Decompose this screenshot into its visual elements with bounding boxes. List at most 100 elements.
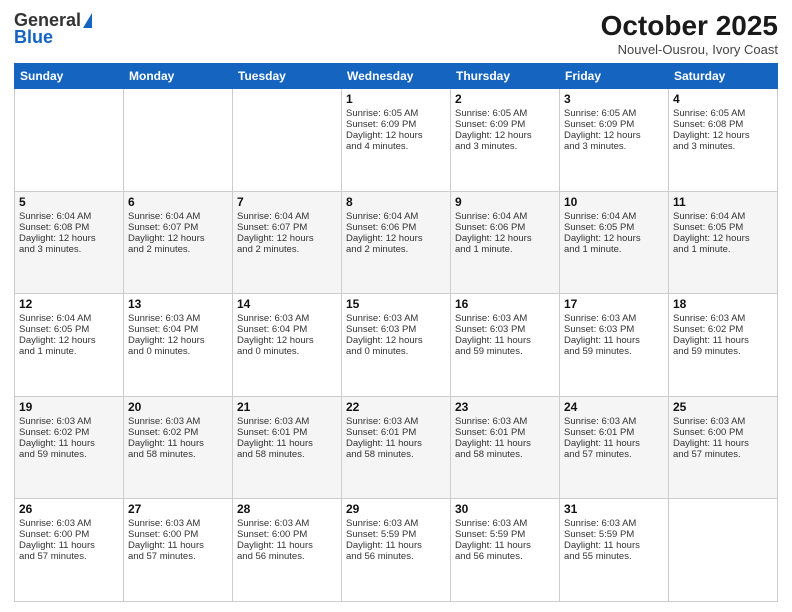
calendar-cell: 17Sunrise: 6:03 AMSunset: 6:03 PMDayligh… (560, 294, 669, 397)
day-info: Sunset: 6:05 PM (19, 324, 119, 335)
week-row-2: 5Sunrise: 6:04 AMSunset: 6:08 PMDaylight… (15, 191, 778, 294)
calendar-cell: 25Sunrise: 6:03 AMSunset: 6:00 PMDayligh… (669, 396, 778, 499)
day-number: 29 (346, 502, 446, 516)
day-info: Daylight: 11 hours (455, 438, 555, 449)
calendar-cell: 23Sunrise: 6:03 AMSunset: 6:01 PMDayligh… (451, 396, 560, 499)
calendar-cell: 3Sunrise: 6:05 AMSunset: 6:09 PMDaylight… (560, 89, 669, 192)
day-info: Sunset: 6:04 PM (128, 324, 228, 335)
title-section: October 2025 Nouvel-Ousrou, Ivory Coast (601, 10, 778, 57)
day-info: Daylight: 12 hours (673, 233, 773, 244)
day-info: Sunset: 6:01 PM (455, 427, 555, 438)
day-info: and 1 minute. (673, 244, 773, 255)
calendar-cell: 27Sunrise: 6:03 AMSunset: 6:00 PMDayligh… (124, 499, 233, 602)
day-info: Sunset: 6:06 PM (455, 222, 555, 233)
day-info: Daylight: 11 hours (564, 335, 664, 346)
day-info: Sunset: 6:01 PM (564, 427, 664, 438)
day-info: Sunset: 6:02 PM (673, 324, 773, 335)
day-number: 10 (564, 195, 664, 209)
day-info: Daylight: 12 hours (346, 130, 446, 141)
day-number: 4 (673, 92, 773, 106)
day-info: Sunrise: 6:03 AM (455, 313, 555, 324)
day-info: and 58 minutes. (455, 449, 555, 460)
day-info: Daylight: 12 hours (455, 233, 555, 244)
day-info: and 3 minutes. (455, 141, 555, 152)
calendar-cell: 9Sunrise: 6:04 AMSunset: 6:06 PMDaylight… (451, 191, 560, 294)
day-header-monday: Monday (124, 64, 233, 89)
day-number: 28 (237, 502, 337, 516)
day-info: Sunset: 6:04 PM (237, 324, 337, 335)
day-info: Sunrise: 6:03 AM (237, 518, 337, 529)
day-info: and 57 minutes. (128, 551, 228, 562)
day-number: 20 (128, 400, 228, 414)
day-number: 19 (19, 400, 119, 414)
day-info: Sunrise: 6:03 AM (128, 416, 228, 427)
day-info: and 58 minutes. (128, 449, 228, 460)
day-info: Sunrise: 6:03 AM (128, 313, 228, 324)
day-info: Daylight: 12 hours (564, 130, 664, 141)
day-info: Sunset: 6:05 PM (564, 222, 664, 233)
day-info: Sunrise: 6:04 AM (128, 211, 228, 222)
day-info: Sunrise: 6:03 AM (564, 313, 664, 324)
day-number: 1 (346, 92, 446, 106)
day-info: and 59 minutes. (19, 449, 119, 460)
day-info: Daylight: 11 hours (128, 438, 228, 449)
logo-triangle-icon (83, 13, 92, 28)
day-info: Sunset: 6:06 PM (346, 222, 446, 233)
day-info: and 56 minutes. (455, 551, 555, 562)
day-info: Daylight: 11 hours (455, 335, 555, 346)
day-number: 13 (128, 297, 228, 311)
day-info: Daylight: 12 hours (237, 233, 337, 244)
calendar-cell: 13Sunrise: 6:03 AMSunset: 6:04 PMDayligh… (124, 294, 233, 397)
day-info: and 1 minute. (19, 346, 119, 357)
day-number: 16 (455, 297, 555, 311)
calendar-cell (124, 89, 233, 192)
day-number: 9 (455, 195, 555, 209)
calendar-cell: 14Sunrise: 6:03 AMSunset: 6:04 PMDayligh… (233, 294, 342, 397)
calendar-cell (233, 89, 342, 192)
day-info: Daylight: 11 hours (19, 438, 119, 449)
day-info: and 56 minutes. (237, 551, 337, 562)
day-info: Daylight: 11 hours (673, 438, 773, 449)
day-info: and 2 minutes. (346, 244, 446, 255)
calendar-cell: 21Sunrise: 6:03 AMSunset: 6:01 PMDayligh… (233, 396, 342, 499)
day-info: Sunrise: 6:03 AM (564, 518, 664, 529)
day-info: Sunrise: 6:05 AM (673, 108, 773, 119)
day-number: 26 (19, 502, 119, 516)
day-info: Daylight: 12 hours (19, 233, 119, 244)
day-info: Sunrise: 6:04 AM (673, 211, 773, 222)
day-info: and 58 minutes. (237, 449, 337, 460)
day-info: Sunset: 6:01 PM (237, 427, 337, 438)
day-info: Sunset: 5:59 PM (455, 529, 555, 540)
day-info: Sunset: 5:59 PM (346, 529, 446, 540)
day-info: and 0 minutes. (237, 346, 337, 357)
day-info: Sunset: 6:07 PM (128, 222, 228, 233)
week-row-3: 12Sunrise: 6:04 AMSunset: 6:05 PMDayligh… (15, 294, 778, 397)
day-number: 8 (346, 195, 446, 209)
day-info: Daylight: 11 hours (564, 438, 664, 449)
day-info: Sunrise: 6:03 AM (564, 416, 664, 427)
day-info: Sunrise: 6:05 AM (346, 108, 446, 119)
calendar-cell: 1Sunrise: 6:05 AMSunset: 6:09 PMDaylight… (342, 89, 451, 192)
day-header-saturday: Saturday (669, 64, 778, 89)
month-title: October 2025 (601, 10, 778, 42)
calendar-cell: 24Sunrise: 6:03 AMSunset: 6:01 PMDayligh… (560, 396, 669, 499)
day-info: Sunrise: 6:03 AM (455, 416, 555, 427)
day-info: Sunrise: 6:03 AM (19, 416, 119, 427)
day-info: Daylight: 11 hours (237, 540, 337, 551)
day-number: 30 (455, 502, 555, 516)
day-info: Sunset: 6:01 PM (346, 427, 446, 438)
calendar-cell: 18Sunrise: 6:03 AMSunset: 6:02 PMDayligh… (669, 294, 778, 397)
week-row-5: 26Sunrise: 6:03 AMSunset: 6:00 PMDayligh… (15, 499, 778, 602)
day-info: Daylight: 11 hours (673, 335, 773, 346)
calendar-cell: 22Sunrise: 6:03 AMSunset: 6:01 PMDayligh… (342, 396, 451, 499)
calendar-cell: 20Sunrise: 6:03 AMSunset: 6:02 PMDayligh… (124, 396, 233, 499)
day-number: 7 (237, 195, 337, 209)
day-info: Sunrise: 6:04 AM (564, 211, 664, 222)
calendar-cell: 29Sunrise: 6:03 AMSunset: 5:59 PMDayligh… (342, 499, 451, 602)
day-header-tuesday: Tuesday (233, 64, 342, 89)
day-info: and 58 minutes. (346, 449, 446, 460)
day-header-wednesday: Wednesday (342, 64, 451, 89)
day-info: and 59 minutes. (673, 346, 773, 357)
day-info: Sunset: 6:03 PM (564, 324, 664, 335)
day-info: Sunrise: 6:05 AM (455, 108, 555, 119)
